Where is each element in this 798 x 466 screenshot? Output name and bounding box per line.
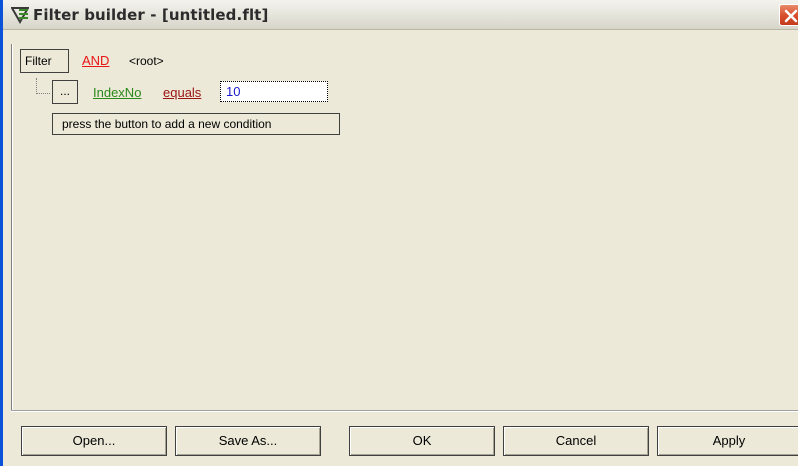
filter-root-button[interactable]: Filter bbox=[20, 49, 69, 73]
ok-button[interactable]: OK bbox=[349, 426, 495, 456]
ok-button-label: OK bbox=[412, 433, 432, 448]
cancel-button-label: Cancel bbox=[555, 433, 597, 448]
client-left-edge bbox=[11, 44, 13, 410]
apply-button[interactable]: Apply bbox=[657, 426, 798, 456]
close-button[interactable] bbox=[779, 4, 798, 26]
add-condition-hint: press the button to add a new condition bbox=[52, 113, 340, 135]
root-label: <root> bbox=[129, 54, 164, 68]
button-bar-highlight bbox=[11, 411, 798, 412]
save-as-button[interactable]: Save As... bbox=[175, 426, 321, 456]
open-button-label: Open... bbox=[72, 433, 116, 448]
tree-connector-vertical bbox=[36, 78, 37, 94]
window-title: Filter builder - [untitled.flt] bbox=[33, 6, 269, 24]
cancel-button[interactable]: Cancel bbox=[503, 426, 649, 456]
open-button[interactable]: Open... bbox=[21, 426, 167, 456]
filter-builder-app-icon bbox=[10, 6, 30, 25]
apply-button-label: Apply bbox=[712, 433, 746, 448]
condition-field-link[interactable]: IndexNo bbox=[93, 85, 141, 100]
condition-menu-button[interactable]: ... bbox=[52, 80, 78, 104]
condition-operator-link[interactable]: equals bbox=[163, 85, 201, 100]
condition-value-input[interactable]: 10 bbox=[220, 81, 328, 102]
group-operator-link[interactable]: AND bbox=[82, 53, 109, 68]
filter-builder-window: Filter builder - [untitled.flt] Filter A… bbox=[0, 0, 798, 466]
title-bar[interactable]: Filter builder - [untitled.flt] bbox=[3, 0, 798, 30]
tree-connector-horizontal bbox=[36, 93, 50, 94]
close-icon bbox=[784, 9, 798, 23]
save-as-button-label: Save As... bbox=[218, 433, 278, 448]
